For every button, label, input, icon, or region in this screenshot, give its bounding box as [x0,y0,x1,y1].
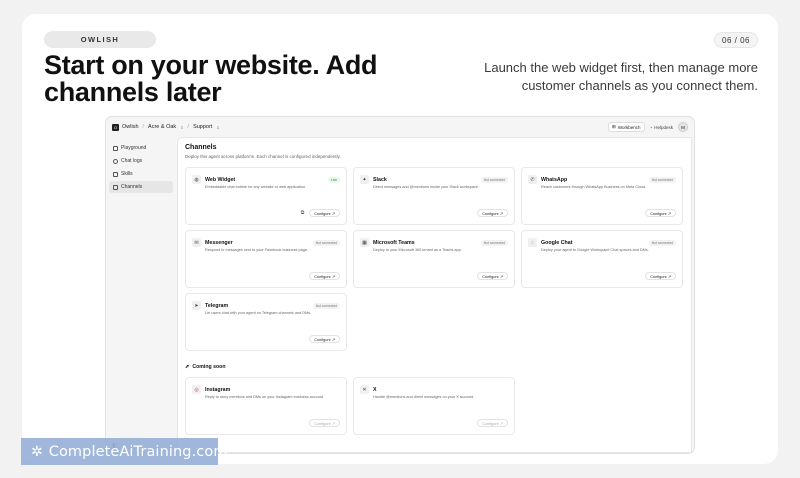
channels-icon [113,184,118,190]
globe-icon: ◍ [192,175,201,184]
channel-card-messenger: ✉ Messenger Not connected Respond to mes… [185,230,347,288]
channel-name: Slack [373,176,387,183]
helpdesk-icon: ◔ [649,124,653,130]
workbench-button[interactable]: ⊞ Workbench [608,122,645,132]
configure-button[interactable]: Configure ↗ [309,335,340,343]
channel-description: Respond to messages sent to your Faceboo… [205,248,308,252]
channel-description: Deploy to your Microsoft 365 tenant as a… [373,248,462,252]
helpdesk-label: Helpdesk [654,124,673,130]
channel-card-telegram: ➤ Telegram Not connected Let users chat … [185,293,347,351]
sidebar-item-label: Playground [121,145,147,151]
watermark: ✲ CompleteAiTraining.com [21,438,227,465]
status-badge: Not connected [312,302,340,309]
channel-card-slack: ✦ Slack Not connected Direct messages an… [353,167,515,225]
sidebar-item-playground[interactable]: Playground [109,142,173,154]
coming-soon-label: Coming soon [192,364,226,370]
channel-card-whatsapp: ✆ WhatsApp Not connected Reach customers… [521,167,683,225]
sidebar-item-chat-logs[interactable]: Chat logs [109,155,173,167]
channel-description: Embeddable chat bubble for any website o… [205,185,307,189]
chat-icon [113,158,118,164]
app-topbar: O Owlish / Acre & Oak ⇕ / Support ⇕ ⊞ Wo… [106,117,694,137]
channel-description: Deploy your agent to Google Workspace Ch… [541,248,649,252]
configure-button[interactable]: Configure ↗ [477,209,508,217]
chevron-down-icon[interactable]: ⇕ [216,125,219,130]
coming-soon-heading: ⇗ Coming soon [185,364,684,370]
channel-card-x: ✕ X Handle @mentions and direct messages… [353,377,515,435]
owlish-logo-icon: O [112,123,119,131]
sidebar-item-label: Channels [121,184,143,190]
configure-button: Configure ↗ [309,419,340,427]
instagram-icon: ◎ [192,385,201,394]
status-badge: Not connected [480,239,508,246]
channel-card-web-widget: ◍ Web Widget Live Embeddable chat bubble… [185,167,347,225]
google-chat-icon: ◌ [528,238,537,247]
channel-name: Microsoft Teams [373,239,415,246]
headline: Start on your website. Add channels late… [44,50,378,107]
configure-button[interactable]: Configure ↗ [309,209,340,217]
page-subtitle: Deploy this agent across platforms. Each… [185,154,341,159]
breadcrumb-workspace[interactable]: Acre & Oak [148,124,176,130]
channels-panel: Channels Deploy this agent across platfo… [177,137,692,453]
workbench-label: Workbench [617,124,641,130]
status-badge: Not connected [648,176,676,183]
breadcrumb-separator: / [187,124,190,130]
configure-button: Configure ↗ [477,419,508,427]
teams-icon: ▦ [360,238,369,247]
channel-name: Telegram [205,302,229,309]
skills-icon [113,171,118,177]
slide: OWLISH 06 / 06 Start on your website. Ad… [22,14,778,464]
rocket-icon: ⇗ [185,364,190,370]
page-title: Channels [185,144,217,151]
channel-name: Messenger [205,239,233,246]
sidebar-item-label: Skills [121,171,133,177]
channel-name: Instagram [205,386,231,393]
avatar[interactable]: M [678,122,688,132]
workbench-icon: ⊞ [612,124,616,129]
configure-button[interactable]: Configure ↗ [477,272,508,280]
chevron-down-icon[interactable]: ⇕ [180,125,183,130]
configure-button[interactable]: Configure ↗ [645,209,676,217]
configure-button[interactable]: Configure ↗ [645,272,676,280]
channel-description: Direct messages and @mentions inside you… [373,185,479,189]
sidebar-item-label: Chat logs [121,158,143,164]
configure-button[interactable]: Configure ↗ [309,272,340,280]
playground-icon [113,145,118,151]
breadcrumb-agent[interactable]: Support [193,124,212,130]
status-badge: Not connected [480,176,508,183]
channel-name: X [373,386,377,393]
copy-icon[interactable]: ⧉ [301,210,305,216]
watermark-text: CompleteAiTraining.com [48,443,228,460]
channel-description: Reply to story mentions and DMs on your … [205,395,325,399]
brand-pill: OWLISH [44,31,156,48]
sidebar-item-channels[interactable]: Channels [109,181,173,193]
slack-icon: ✦ [360,175,369,184]
sidebar: Playground Chat logs Skills Channels ◧ [106,137,176,453]
status-badge: Live [327,176,340,183]
helpdesk-button[interactable]: ◔ Helpdesk [650,125,673,130]
telegram-icon: ➤ [192,301,201,310]
status-badge: Not connected [312,239,340,246]
subline: Launch the web widget first, then manage… [484,60,758,93]
channel-description: Let users chat with your agent on Telegr… [205,311,312,315]
app-window: O Owlish / Acre & Oak ⇕ / Support ⇕ ⊞ Wo… [105,116,695,454]
channel-card-google-chat: ◌ Google Chat Not connected Deploy your … [521,230,683,288]
x-icon: ✕ [360,385,369,394]
watermark-logo-icon: ✲ [31,443,43,459]
messenger-icon: ✉ [192,238,201,247]
channel-card-instagram: ◎ Instagram Reply to story mentions and … [185,377,347,435]
page-counter: 06 / 06 [714,32,758,48]
coming-soon-grid: ◎ Instagram Reply to story mentions and … [185,377,684,435]
status-badge: Not connected [648,239,676,246]
whatsapp-icon: ✆ [528,175,537,184]
channel-description: Handle @mentions and direct messages on … [373,395,475,399]
breadcrumb-app[interactable]: Owlish [122,124,139,130]
channel-grid: ◍ Web Widget Live Embeddable chat bubble… [185,167,684,351]
channel-description: Reach customers through WhatsApp Busines… [541,185,647,189]
sidebar-item-skills[interactable]: Skills [109,168,173,180]
channel-name: WhatsApp [541,176,568,183]
channel-name: Google Chat [541,239,573,246]
breadcrumb-separator: / [142,124,145,130]
channel-name: Web Widget [205,176,236,183]
channel-card-microsoft-teams: ▦ Microsoft Teams Not connected Deploy t… [353,230,515,288]
